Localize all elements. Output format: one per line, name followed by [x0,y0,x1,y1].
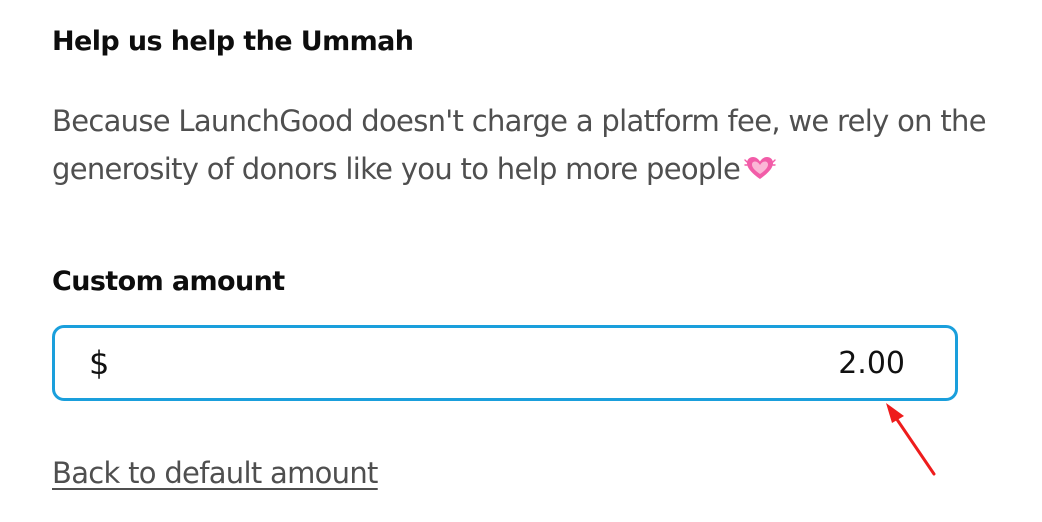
back-to-default-amount-link[interactable]: Back to default amount [52,456,378,490]
custom-amount-field[interactable]: $ [52,325,958,401]
section-description: Because LaunchGood doesn't charge a plat… [52,97,992,193]
custom-amount-input[interactable] [305,340,905,386]
section-description-text: Because LaunchGood doesn't charge a plat… [52,104,987,186]
red-arrow-icon [886,403,936,476]
section-title: Help us help the Ummah [52,26,414,57]
growing-heart-icon [744,157,776,179]
custom-amount-label: Custom amount [52,266,285,297]
currency-symbol: $ [89,344,110,382]
